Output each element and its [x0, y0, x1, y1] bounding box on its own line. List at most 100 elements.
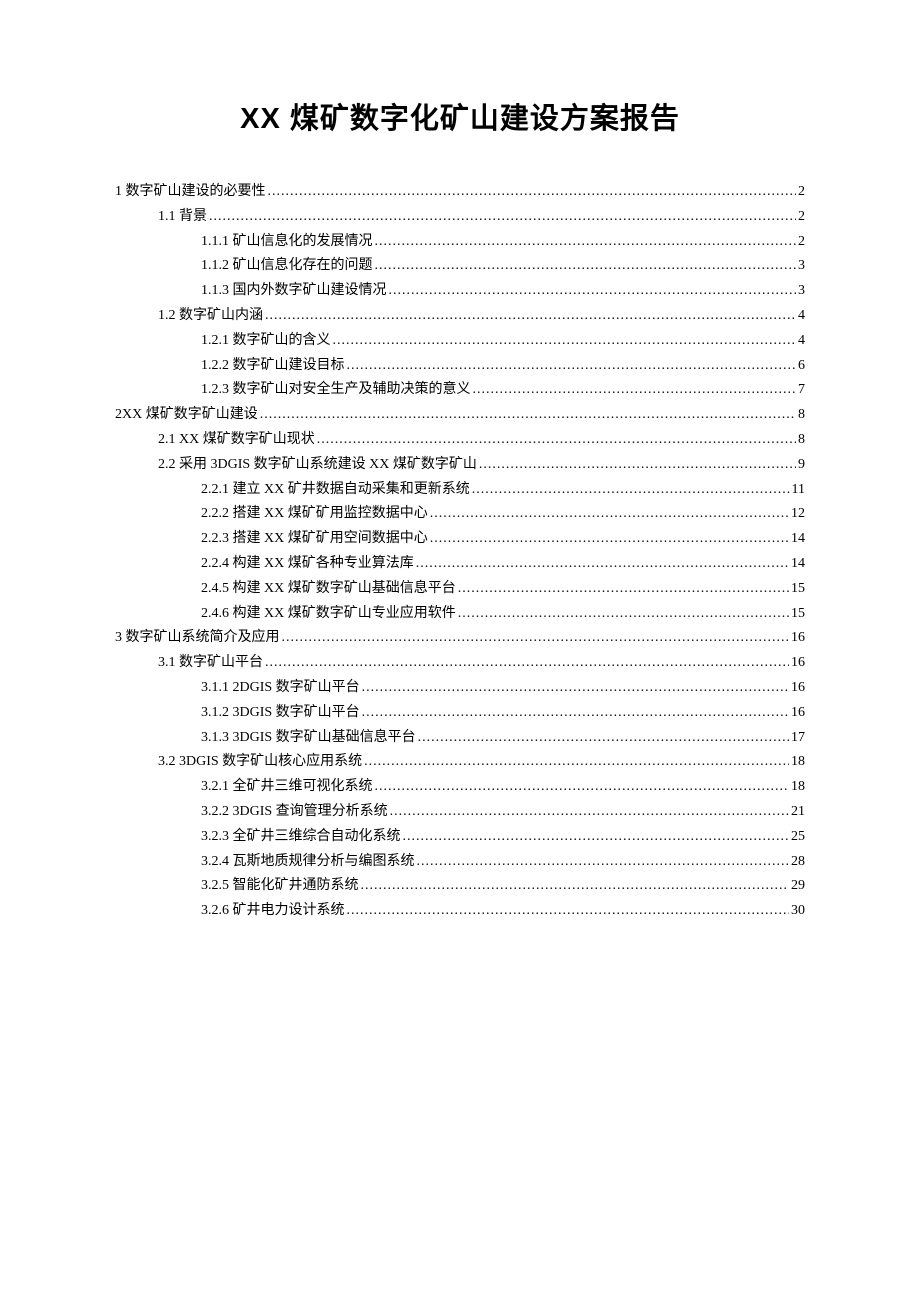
- toc-label: 1.1 背景: [158, 210, 207, 224]
- toc-leader-dots: [458, 582, 789, 596]
- toc-label: 1.2.1 数字矿山的含义: [201, 334, 331, 348]
- toc-page-number: 11: [792, 483, 805, 497]
- toc-entry[interactable]: 2.2.4 构建 XX 煤矿各种专业算法库 14: [115, 557, 805, 571]
- toc-entry[interactable]: 1.2.3 数字矿山对安全生产及辅助决策的意义7: [115, 383, 805, 397]
- toc-entry[interactable]: 3.2.1 全矿井三维可视化系统18: [115, 780, 805, 794]
- toc-label: 1 数字矿山建设的必要性: [115, 185, 266, 199]
- toc-entry[interactable]: 1 数字矿山建设的必要性 2: [115, 185, 805, 199]
- toc-entry[interactable]: 2.1 XX 煤矿数字矿山现状 8: [115, 433, 805, 447]
- toc-page-number: 18: [791, 755, 805, 769]
- toc-leader-dots: [361, 879, 790, 893]
- toc-page-number: 29: [791, 879, 805, 893]
- toc-label: 2.1 XX 煤矿数字矿山现状: [158, 433, 315, 447]
- toc-entry[interactable]: 1.1.2 矿山信息化存在的问题 3: [115, 259, 805, 273]
- toc-page-number: 3: [798, 259, 805, 273]
- toc-leader-dots: [458, 607, 789, 621]
- toc-entry[interactable]: 3.2.3 全矿井三维综合自动化系统25: [115, 830, 805, 844]
- toc-page-number: 15: [791, 607, 805, 621]
- toc-page-number: 17: [791, 731, 805, 745]
- toc-entry[interactable]: 3.1.2 3DGIS 数字矿山平台 16: [115, 706, 805, 720]
- toc-leader-dots: [364, 755, 789, 769]
- toc-leader-dots: [260, 408, 796, 422]
- toc-leader-dots: [389, 284, 797, 298]
- toc-leader-dots: [317, 433, 796, 447]
- toc-leader-dots: [375, 259, 797, 273]
- toc-page-number: 4: [798, 334, 805, 348]
- toc-page-number: 15: [791, 582, 805, 596]
- toc-leader-dots: [472, 483, 790, 497]
- toc-entry[interactable]: 3.1 数字矿山平台 16: [115, 656, 805, 670]
- toc-leader-dots: [390, 805, 789, 819]
- toc-entry[interactable]: 2.4.6 构建 XX 煤矿数字矿山专业应用软件15: [115, 607, 805, 621]
- toc-entry[interactable]: 1.1.3 国内外数字矿山建设情况3: [115, 284, 805, 298]
- toc-label: 1.2 数字矿山内涵: [158, 309, 263, 323]
- toc-label: 2.2.3 搭建 XX 煤矿矿用空间数据中心: [201, 532, 428, 546]
- toc-entry[interactable]: 3.1.3 3DGIS 数字矿山基础信息平台 17: [115, 731, 805, 745]
- toc-leader-dots: [479, 458, 796, 472]
- toc-leader-dots: [430, 532, 789, 546]
- toc-entry[interactable]: 1.2 数字矿山内涵 4: [115, 309, 805, 323]
- toc-page-number: 28: [791, 855, 805, 869]
- toc-label: 2.2.1 建立 XX 矿井数据自动采集和更新系统: [201, 483, 470, 497]
- toc-entry[interactable]: 1.2.1 数字矿山的含义 4: [115, 334, 805, 348]
- toc-leader-dots: [416, 557, 789, 571]
- toc-page-number: 2: [798, 235, 805, 249]
- toc-leader-dots: [209, 210, 796, 224]
- toc-label: 2.4.5 构建 XX 煤矿数字矿山基础信息平台: [201, 582, 456, 596]
- toc-page-number: 2: [798, 185, 805, 199]
- toc-leader-dots: [430, 507, 789, 521]
- toc-entry[interactable]: 2.2.2 搭建 XX 煤矿矿用监控数据中心12: [115, 507, 805, 521]
- toc-label: 1.1.1 矿山信息化的发展情况: [201, 235, 373, 249]
- toc-page-number: 16: [791, 656, 805, 670]
- toc-label: 2.2 采用 3DGIS 数字矿山系统建设 XX 煤矿数字矿山: [158, 458, 477, 472]
- toc-page-number: 8: [798, 408, 805, 422]
- toc-page-number: 14: [791, 557, 805, 571]
- toc-entry[interactable]: 1.2.2 数字矿山建设目标 6: [115, 359, 805, 373]
- toc-leader-dots: [375, 780, 790, 794]
- toc-label: 1.1.2 矿山信息化存在的问题: [201, 259, 373, 273]
- toc-entry[interactable]: 3.2.5 智能化矿井通防系统29: [115, 879, 805, 893]
- toc-entry[interactable]: 2.2.3 搭建 XX 煤矿矿用空间数据中心 14: [115, 532, 805, 546]
- toc-label: 2XX 煤矿数字矿山建设: [115, 408, 258, 422]
- toc-entry[interactable]: 3.2.6 矿井电力设计系统30: [115, 904, 805, 918]
- toc-leader-dots: [268, 185, 797, 199]
- toc-page-number: 2: [798, 210, 805, 224]
- toc-entry[interactable]: 2.4.5 构建 XX 煤矿数字矿山基础信息平台 15: [115, 582, 805, 596]
- toc-page-number: 9: [798, 458, 805, 472]
- toc-label: 3 数字矿山系统简介及应用: [115, 631, 280, 645]
- toc-label: 3.1.1 2DGIS 数字矿山平台: [201, 681, 360, 695]
- toc-entry[interactable]: 3.2.2 3DGIS 查询管理分析系统 21: [115, 805, 805, 819]
- toc-label: 3.1.3 3DGIS 数字矿山基础信息平台: [201, 731, 416, 745]
- toc-label: 3.1 数字矿山平台: [158, 656, 263, 670]
- toc-label: 1.2.2 数字矿山建设目标: [201, 359, 345, 373]
- toc-entry[interactable]: 2.2 采用 3DGIS 数字矿山系统建设 XX 煤矿数字矿山 9: [115, 458, 805, 472]
- document-title: XX 煤矿数字化矿山建设方案报告: [115, 95, 805, 137]
- toc-entry[interactable]: 1.1 背景 2: [115, 210, 805, 224]
- toc-leader-dots: [403, 830, 790, 844]
- toc-entry[interactable]: 3.2.4 瓦斯地质规律分析与编图系统28: [115, 855, 805, 869]
- toc-page-number: 12: [791, 507, 805, 521]
- toc-entry[interactable]: 3.2 3DGIS 数字矿山核心应用系统 18: [115, 755, 805, 769]
- toc-leader-dots: [333, 334, 797, 348]
- toc-entry[interactable]: 3 数字矿山系统简介及应用 16: [115, 631, 805, 645]
- toc-label: 3.1.2 3DGIS 数字矿山平台: [201, 706, 360, 720]
- toc-page-number: 8: [798, 433, 805, 447]
- toc-page-number: 6: [798, 359, 805, 373]
- toc-page-number: 21: [791, 805, 805, 819]
- toc-page-number: 14: [791, 532, 805, 546]
- toc-page-number: 4: [798, 309, 805, 323]
- toc-entry[interactable]: 3.1.1 2DGIS 数字矿山平台 16: [115, 681, 805, 695]
- toc-leader-dots: [362, 681, 789, 695]
- toc-label: 3.2.2 3DGIS 查询管理分析系统: [201, 805, 388, 819]
- toc-label: 1.2.3 数字矿山对安全生产及辅助决策的意义: [201, 383, 471, 397]
- toc-page-number: 3: [798, 284, 805, 298]
- toc-leader-dots: [417, 855, 790, 869]
- toc-leader-dots: [265, 309, 796, 323]
- toc-entry[interactable]: 1.1.1 矿山信息化的发展情况 2: [115, 235, 805, 249]
- toc-leader-dots: [473, 383, 797, 397]
- toc-page-number: 16: [791, 631, 805, 645]
- toc-label: 2.2.4 构建 XX 煤矿各种专业算法库: [201, 557, 414, 571]
- toc-page-number: 18: [791, 780, 805, 794]
- toc-entry[interactable]: 2XX 煤矿数字矿山建设 8: [115, 408, 805, 422]
- toc-entry[interactable]: 2.2.1 建立 XX 矿井数据自动采集和更新系统 11: [115, 483, 805, 497]
